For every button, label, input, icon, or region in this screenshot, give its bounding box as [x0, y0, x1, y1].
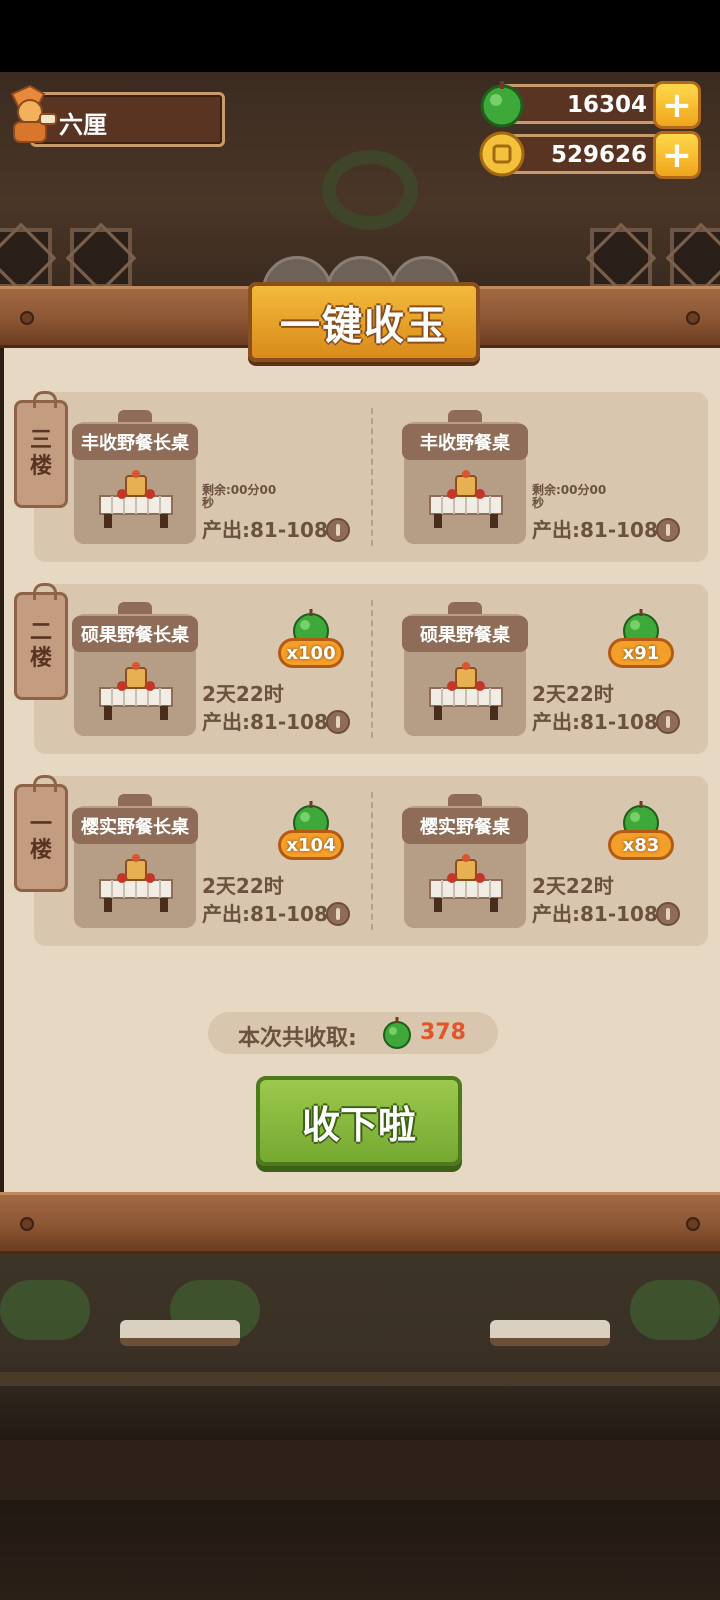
output-coin-icon: [326, 518, 350, 542]
picnic-table-icon: [99, 662, 173, 720]
table-output: 产出:81-108: [202, 710, 328, 734]
panel-title: 一键收玉: [280, 303, 448, 349]
jade-icon: [383, 1017, 411, 1049]
table-slot[interactable]: 樱实野餐桌 2天22时 产出:81-108 x83: [364, 776, 694, 946]
jade-ready-count: x91: [608, 638, 674, 668]
picnic-table-icon: [429, 662, 503, 720]
table-slot[interactable]: 硕果野餐桌 2天22时 产出:81-108 x91: [364, 584, 694, 754]
window-decoration: [670, 228, 720, 288]
output-coin-icon: [326, 710, 350, 734]
player-avatar-icon[interactable]: [4, 84, 58, 146]
output-coin-icon: [326, 902, 350, 926]
floor-decoration: [0, 1440, 720, 1500]
output-coin-icon: [656, 710, 680, 734]
floor-row: 一楼 樱实野餐长桌 2天22时 产出:81-108 x104 樱实野餐桌 2天2…: [14, 775, 708, 946]
restaurant-background-lower: [0, 1252, 720, 1600]
table-status: 2天22时: [532, 682, 614, 706]
jade-ready-badge[interactable]: x100: [278, 608, 344, 674]
table-slot[interactable]: 硕果野餐长桌 2天22时 产出:81-108 x100: [34, 584, 364, 754]
coin-amount: 529626: [550, 142, 647, 168]
picnic-table-decoration: [120, 1320, 240, 1346]
status-bar: [0, 0, 720, 72]
add-coin-button[interactable]: +: [653, 131, 701, 179]
picnic-table-icon: [99, 470, 173, 528]
picnic-table-icon: [429, 854, 503, 912]
jade-ready-badge[interactable]: x83: [608, 800, 674, 866]
wreath-decoration: [322, 150, 418, 230]
table-status: 2天22时: [202, 682, 284, 706]
table-status: 剩余:00分00秒: [532, 483, 607, 510]
player-name: 六厘: [59, 111, 107, 139]
table-output: 产出:81-108: [202, 902, 328, 926]
jade-ready-count: x83: [608, 830, 674, 860]
table-output: 产出:81-108: [532, 710, 658, 734]
jade-ready-badge[interactable]: x91: [608, 608, 674, 674]
jade-ready-count: x104: [278, 830, 344, 860]
jade-ready-badge[interactable]: x104: [278, 800, 344, 866]
picnic-table-decoration: [490, 1320, 610, 1346]
table-slot[interactable]: 樱实野餐长桌 2天22时 产出:81-108 x104: [34, 776, 364, 946]
table-status: 2天22时: [202, 874, 284, 898]
table-status: 剩余:00分00秒: [202, 483, 277, 510]
gold-coin-icon: [479, 131, 525, 177]
table-name: 硕果野餐长桌: [72, 616, 198, 652]
panel-bottom-plank: [0, 1192, 720, 1254]
jade-currency-bar: 16304 +: [480, 81, 701, 129]
table-slot[interactable]: 丰收野餐桌 剩余:00分00秒 产出:81-108: [364, 392, 694, 562]
jade-ready-count: x100: [278, 638, 344, 668]
summary-label: 本次共收取:: [238, 1026, 357, 1051]
table-name: 丰收野餐桌: [402, 424, 528, 460]
table-slot[interactable]: 丰收野餐长桌 剩余:00分00秒 产出:81-108: [34, 392, 364, 562]
plant-decoration: [0, 1280, 90, 1340]
coin-currency-bar: 529626 +: [479, 131, 701, 179]
picnic-table-icon: [99, 854, 173, 912]
table-name: 樱实野餐长桌: [72, 808, 198, 844]
table-output: 产出:81-108: [532, 902, 658, 926]
table-status: 2天22时: [532, 874, 614, 898]
output-coin-icon: [656, 518, 680, 542]
table-name: 硕果野餐桌: [402, 616, 528, 652]
plus-icon: +: [661, 134, 693, 176]
window-decoration: [590, 228, 652, 288]
table-name: 樱实野餐桌: [402, 808, 528, 844]
summary-value: 378: [420, 1020, 466, 1045]
picnic-table-icon: [429, 470, 503, 528]
jade-icon: [480, 81, 524, 128]
window-decoration: [70, 228, 132, 288]
panel-title-plate: 一键收玉: [248, 282, 480, 362]
plant-decoration: [630, 1280, 720, 1340]
collect-button-label: 收下啦: [301, 1102, 416, 1147]
floor-row: 二楼 硕果野餐长桌 2天22时 产出:81-108 x100 硕果野餐桌 2天2…: [14, 583, 708, 754]
collect-button[interactable]: 收下啦: [256, 1076, 462, 1166]
plus-icon: +: [661, 84, 693, 126]
floor-row: 三楼 丰收野餐长桌 剩余:00分00秒 产出:81-108 丰收野餐桌 剩余:0…: [14, 391, 708, 562]
table-output: 产出:81-108: [202, 518, 328, 542]
output-coin-icon: [656, 902, 680, 926]
floor-decoration: [0, 1372, 720, 1386]
player-name-box[interactable]: 六厘: [30, 92, 225, 147]
jade-amount: 16304: [566, 92, 647, 118]
window-decoration: [0, 228, 52, 288]
table-output: 产出:81-108: [532, 518, 658, 542]
collect-summary: 本次共收取: 378: [208, 1012, 498, 1054]
add-jade-button[interactable]: +: [653, 81, 701, 129]
table-name: 丰收野餐长桌: [72, 424, 198, 460]
